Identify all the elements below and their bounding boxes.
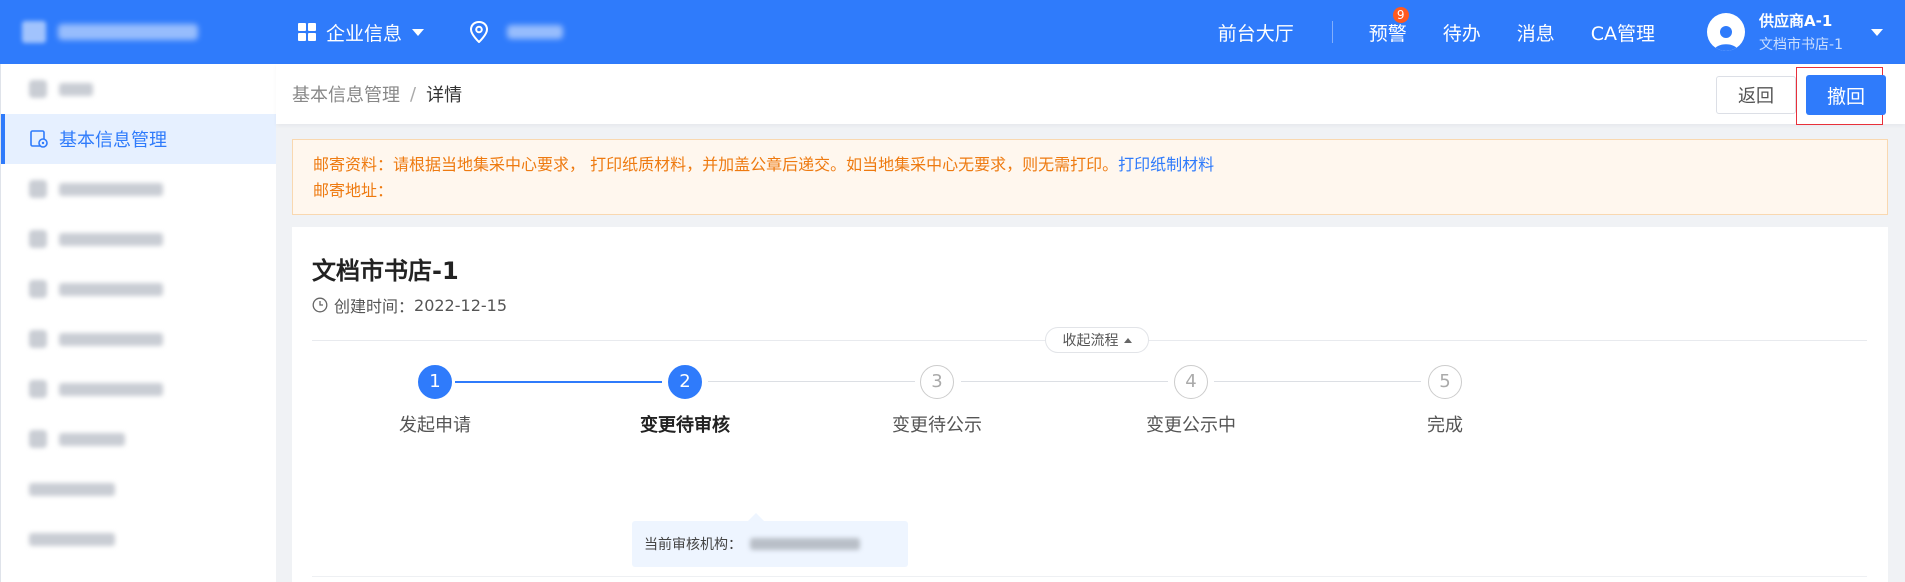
- sidebar-item-6[interactable]: [1, 314, 276, 364]
- warning-label: 预警: [1368, 22, 1407, 45]
- chevron-down-icon: [412, 28, 425, 36]
- sidebar-item-7[interactable]: [1, 364, 276, 414]
- warning-link[interactable]: 预警 9: [1368, 6, 1409, 46]
- step-3-number: 3: [920, 365, 954, 399]
- step-4-number: 4: [1174, 365, 1208, 399]
- divider-bottom: [312, 576, 1867, 577]
- sidebar-item-3[interactable]: [1, 164, 276, 214]
- document-settings-icon: [30, 130, 48, 148]
- blurred-icon: [29, 380, 47, 398]
- step-5-number: 5: [1428, 365, 1462, 399]
- step-3-label: 变更待公示: [892, 415, 982, 436]
- location-pin-icon: [470, 21, 489, 43]
- step-2-number: 2: [668, 365, 702, 399]
- sidebar: 基本信息管理: [0, 64, 276, 582]
- logo[interactable]: [0, 0, 276, 64]
- breadcrumb-current: 详情: [426, 85, 463, 106]
- main-content: 基本信息管理 / 详情 返回 撤回 邮寄资料：请根据当地集采中心要求， 打印纸质…: [276, 64, 1905, 582]
- sidebar-item-10[interactable]: [1, 514, 276, 564]
- blurred-label: [59, 332, 163, 346]
- page-title: 文档市书店-1: [312, 257, 459, 285]
- header-divider: [1331, 21, 1333, 43]
- logo-icon: [22, 21, 46, 43]
- blurred-icon: [29, 80, 47, 98]
- sidebar-item-basic-info[interactable]: 基本信息管理: [1, 114, 276, 164]
- grid-icon: [298, 23, 316, 41]
- review-agency-label: 当前审核机构：: [644, 537, 742, 553]
- chevron-up-icon: [1123, 337, 1132, 343]
- blurred-label: [59, 432, 125, 446]
- created-date: 2022-12-15: [414, 295, 507, 315]
- blurred-label: [59, 182, 163, 196]
- blurred-icon: [29, 230, 47, 248]
- blurred-label: [59, 282, 163, 296]
- user-org: 文档市书店-1: [1759, 37, 1843, 53]
- step-2: 2 变更待审核: [625, 365, 745, 437]
- user-name: 供应商A-1: [1759, 12, 1833, 30]
- todo-link[interactable]: 待办: [1443, 19, 1481, 46]
- blurred-label: [59, 382, 163, 396]
- review-agency-tooltip: 当前审核机构：: [632, 521, 908, 567]
- print-materials-link[interactable]: 打印纸制材料: [1118, 155, 1214, 174]
- user-menu-chevron-icon[interactable]: [1871, 28, 1883, 36]
- sidebar-item-label: 基本信息管理: [59, 130, 167, 151]
- ca-management-link[interactable]: CA管理: [1591, 19, 1655, 46]
- withdraw-button[interactable]: 撤回: [1806, 75, 1886, 115]
- location-text-blurred: [507, 25, 564, 39]
- step-2-label: 变更待审核: [640, 415, 730, 436]
- review-agency-blurred: [750, 538, 860, 550]
- step-1: 1 发起申请: [375, 365, 495, 437]
- blurred-icon: [29, 180, 47, 198]
- collapse-process-button[interactable]: 收起流程: [1045, 327, 1149, 353]
- enterprise-info-menu[interactable]: 企业信息: [276, 19, 425, 46]
- avatar[interactable]: [1707, 13, 1746, 51]
- step-1-number: 1: [418, 365, 452, 399]
- blurred-icon: [29, 430, 47, 448]
- sidebar-item-9[interactable]: [1, 464, 276, 514]
- logo-text-blurred: [58, 24, 198, 40]
- clock-icon: [312, 297, 328, 313]
- warning-count-badge: 9: [1392, 6, 1409, 23]
- top-header: 企业信息 前台大厅 预警 9 待办 消息 CA管理 供应商A-1 文档市书店-1: [0, 0, 1905, 64]
- sidebar-item-8[interactable]: [1, 414, 276, 464]
- collapse-label: 收起流程: [1062, 333, 1119, 349]
- user-info[interactable]: 供应商A-1 文档市书店-1: [1759, 10, 1843, 54]
- blurred-label: [29, 532, 115, 546]
- mailing-notice: 邮寄资料：请根据当地集采中心要求， 打印纸质材料，并加盖公章后递交。如当地集采中…: [292, 139, 1888, 215]
- notice-line-1: 邮寄资料：请根据当地集采中心要求， 打印纸质材料，并加盖公章后递交。如当地集采中…: [313, 152, 1867, 178]
- blurred-icon: [29, 280, 47, 298]
- step-3: 3 变更待公示: [877, 365, 997, 437]
- breadcrumb-separator: /: [410, 83, 417, 105]
- user-icon: [1714, 26, 1739, 51]
- enterprise-info-label: 企业信息: [326, 22, 403, 45]
- step-1-label: 发起申请: [399, 415, 471, 436]
- breadcrumb: 基本信息管理 / 详情: [276, 64, 1905, 124]
- created-label: 创建时间：: [334, 297, 415, 316]
- detail-card: 文档市书店-1 创建时间： 2022-12-15 收起流程 1 发起申请 2 变…: [292, 227, 1888, 582]
- front-hall-link[interactable]: 前台大厅: [1218, 19, 1294, 46]
- step-5-label: 完成: [1427, 415, 1463, 436]
- breadcrumb-parent[interactable]: 基本信息管理: [292, 81, 400, 107]
- sidebar-item-4[interactable]: [1, 214, 276, 264]
- blurred-icon: [29, 330, 47, 348]
- notice-text: 邮寄资料：请根据当地集采中心要求， 打印纸质材料，并加盖公章后递交。如当地集采中…: [313, 155, 1119, 174]
- step-4: 4 变更公示中: [1131, 365, 1251, 437]
- notice-address: 邮寄地址：: [313, 181, 394, 200]
- sidebar-item-5[interactable]: [1, 264, 276, 314]
- message-link[interactable]: 消息: [1517, 19, 1555, 46]
- blurred-label: [29, 482, 115, 496]
- blurred-label: [59, 82, 93, 96]
- location-selector[interactable]: [424, 21, 564, 43]
- sidebar-item-home[interactable]: [1, 64, 276, 114]
- back-button[interactable]: 返回: [1716, 76, 1796, 114]
- step-5: 5 完成: [1385, 365, 1505, 437]
- tooltip-arrow: [748, 513, 764, 521]
- step-4-label: 变更公示中: [1146, 415, 1236, 436]
- created-time: 创建时间： 2022-12-15: [312, 293, 507, 317]
- blurred-label: [59, 232, 163, 246]
